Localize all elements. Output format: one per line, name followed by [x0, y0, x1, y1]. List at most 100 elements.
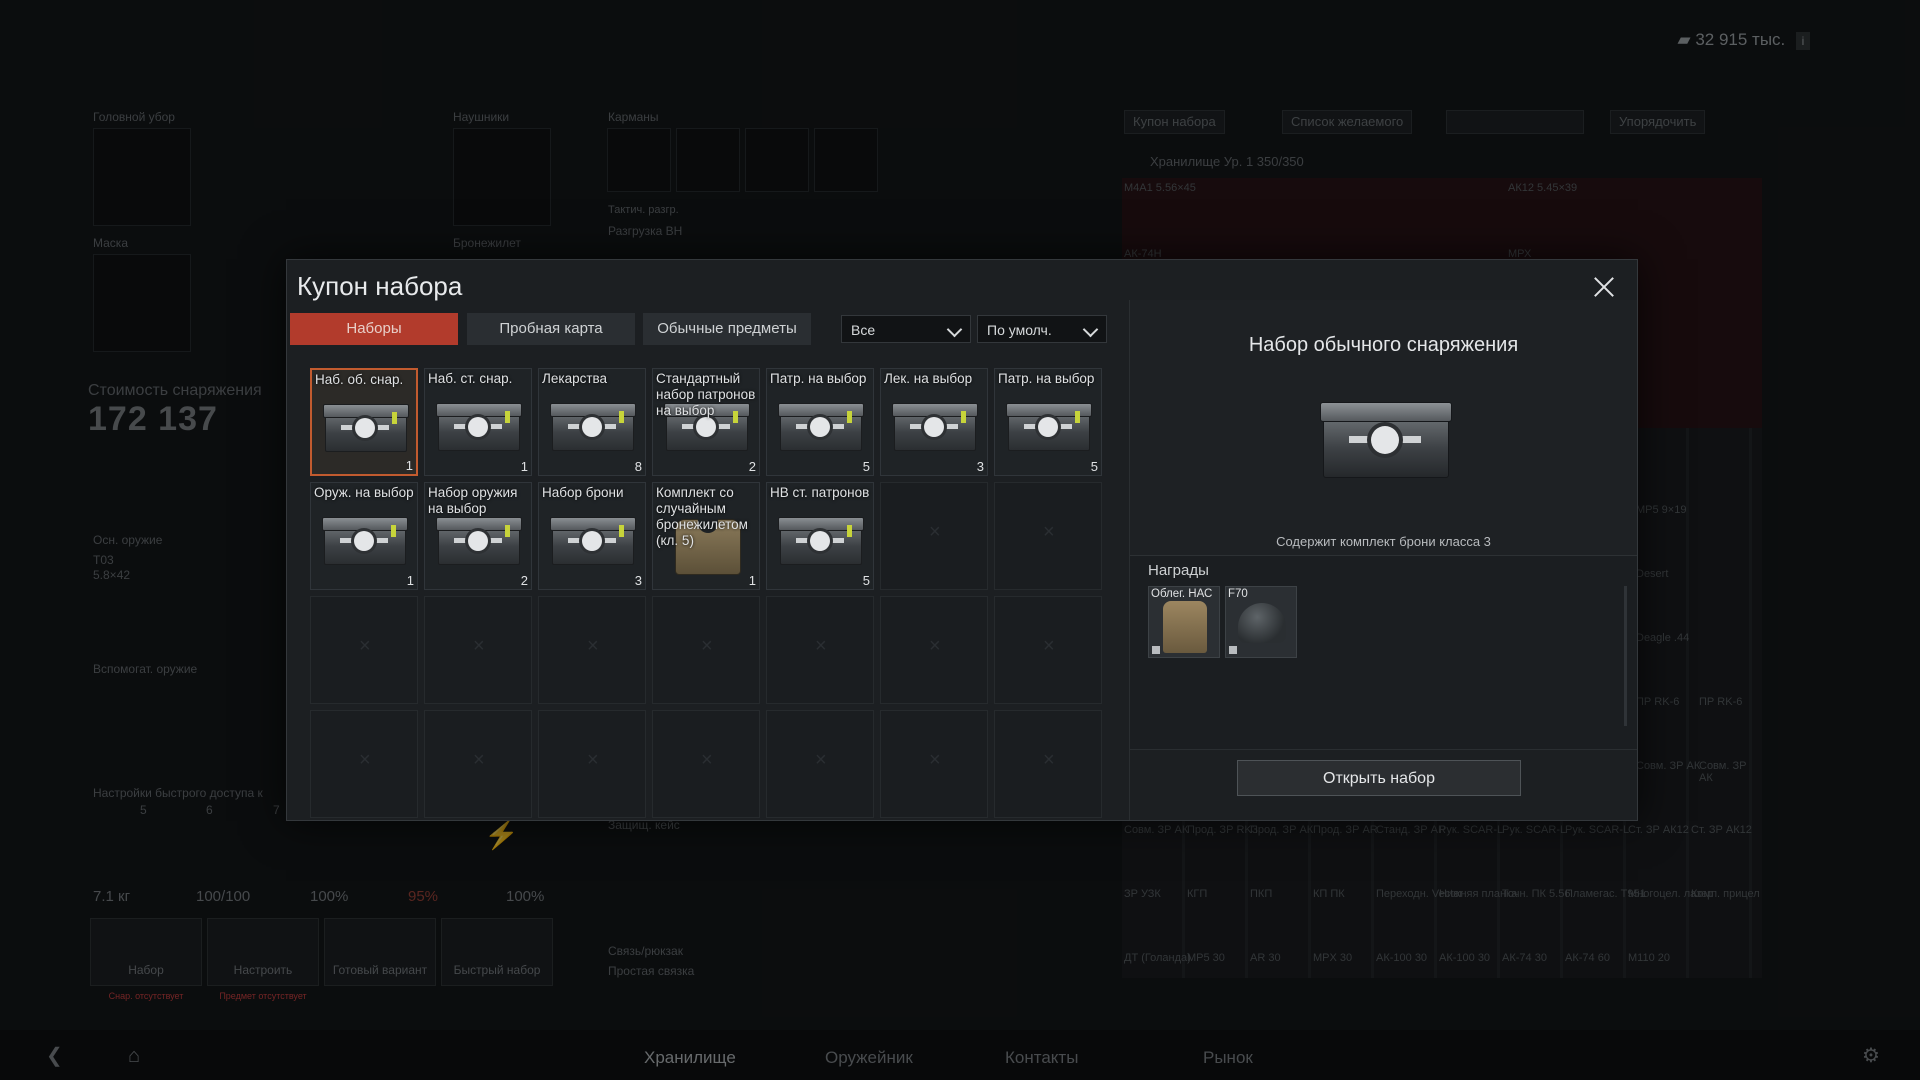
stash-item[interactable]: АК12 5.45×39: [1508, 182, 1577, 194]
stash-filter-button[interactable]: [1446, 110, 1584, 134]
empty-slot[interactable]: [538, 596, 646, 704]
headphones-slot[interactable]: [453, 128, 551, 226]
kit-item-cell[interactable]: Патр. на выбор 5: [994, 368, 1102, 476]
kit-item-cell[interactable]: Стандартный набор патронов на выбор 2: [652, 368, 760, 476]
stash-item[interactable]: Ст. ЗР АК12: [1691, 824, 1752, 836]
stash-item[interactable]: Комп. прицел: [1691, 888, 1760, 900]
empty-slot[interactable]: [310, 710, 418, 818]
empty-slot[interactable]: [880, 710, 988, 818]
stash-item[interactable]: Совм. ЗР АК: [1699, 760, 1762, 784]
kit-item-cell[interactable]: Оруж. на выбор 1: [310, 482, 418, 590]
stash-item[interactable]: МР5 9×19: [1636, 504, 1686, 516]
empty-slot[interactable]: [994, 596, 1102, 704]
stash-item[interactable]: Прод. ЗР AR: [1313, 824, 1378, 836]
kit-item-cell[interactable]: Лекарства 8: [538, 368, 646, 476]
empty-slot[interactable]: [766, 710, 874, 818]
stash-item[interactable]: MPX 30: [1313, 952, 1352, 964]
pocket-slot[interactable]: [814, 128, 878, 192]
reward-item[interactable]: Облег. НАС: [1148, 586, 1220, 658]
vest-icon: [1163, 601, 1207, 653]
kit-crate-icon: [322, 513, 408, 565]
empty-slot[interactable]: [310, 596, 418, 704]
preset-action[interactable]: Готовый вариант: [324, 918, 436, 986]
sort-dropdown[interactable]: По умолч.: [977, 315, 1107, 343]
stash-item[interactable]: ПКП: [1250, 888, 1272, 900]
configure-action[interactable]: Настроить Предмет отсутствует: [207, 918, 319, 1001]
stash-item[interactable]: Ст. ЗР АК12: [1628, 824, 1689, 836]
close-icon[interactable]: [1591, 274, 1617, 300]
pocket-slot[interactable]: [607, 128, 671, 192]
tab-kits[interactable]: Наборы: [290, 313, 458, 345]
kit-item-cell[interactable]: Комплект со случайным бронежилетом (кл. …: [652, 482, 760, 590]
stash-item[interactable]: АК-74 60: [1565, 952, 1610, 964]
stash-item[interactable]: Рук. SCAR-L: [1565, 824, 1629, 836]
tab-trial-card[interactable]: Пробная карта: [467, 313, 635, 345]
back-icon[interactable]: ❮: [46, 1043, 63, 1068]
stash-item[interactable]: ДТ (Голанда): [1124, 952, 1191, 964]
empty-slot[interactable]: [652, 710, 760, 818]
stash-item[interactable]: AR 30: [1250, 952, 1281, 964]
pocket-slot[interactable]: [745, 128, 809, 192]
settings-icon[interactable]: ⚙: [1862, 1043, 1880, 1068]
kit-item-cell[interactable]: Наб. ст. снар. 1: [424, 368, 532, 476]
stash-item[interactable]: Совм. ЗР АК: [1636, 760, 1700, 772]
mask-slot[interactable]: [93, 254, 191, 352]
stash-item[interactable]: Прод. ЗР RK3: [1187, 824, 1258, 836]
stash-item[interactable]: Точн. ПК 5.56: [1502, 888, 1570, 900]
empty-slot[interactable]: [652, 596, 760, 704]
filter-dropdown[interactable]: Все: [841, 315, 971, 343]
stash-item[interactable]: АК-74 30: [1502, 952, 1547, 964]
stash-item[interactable]: Прод. ЗР АК: [1250, 824, 1313, 836]
kit-item-cell[interactable]: Набор брони 3: [538, 482, 646, 590]
stash-item[interactable]: ЗР УЗК: [1124, 888, 1161, 900]
stash-coupon-button[interactable]: Купон набора: [1124, 110, 1225, 134]
empty-slot[interactable]: [994, 482, 1102, 590]
energy-status: 100%: [506, 888, 545, 905]
empty-slot[interactable]: [424, 596, 532, 704]
info-icon[interactable]: i: [1796, 32, 1810, 50]
empty-slot[interactable]: [538, 710, 646, 818]
stash-item[interactable]: Рук. SCAR-L: [1502, 824, 1566, 836]
stash-item[interactable]: Станд. ЗР AR: [1376, 824, 1446, 836]
kit-item-cell[interactable]: Набор оружия на выбор 2: [424, 482, 532, 590]
empty-slot[interactable]: [424, 710, 532, 818]
headwear-slot[interactable]: [93, 128, 191, 226]
nav-tab-armory[interactable]: Оружейник: [825, 1048, 913, 1068]
stash-item[interactable]: MP5 30: [1187, 952, 1225, 964]
empty-slot[interactable]: [766, 596, 874, 704]
nav-tab-storage[interactable]: Хранилище: [644, 1048, 736, 1068]
kit-item-cell[interactable]: Патр. на выбор 5: [766, 368, 874, 476]
stash-item[interactable]: Рук. SCAR-L: [1439, 824, 1503, 836]
open-kit-button[interactable]: Открыть набор: [1237, 760, 1521, 796]
stash-item[interactable]: Desert: [1636, 568, 1668, 580]
quick-kit-action[interactable]: Быстрый набор: [441, 918, 553, 986]
stash-item[interactable]: ПР RK-6: [1636, 696, 1679, 708]
kit-action[interactable]: Набор Снар. отсутствует: [90, 918, 202, 1001]
stash-wishlist-button[interactable]: Список желаемого: [1282, 110, 1413, 134]
stash-item[interactable]: АК-100 30: [1376, 952, 1427, 964]
kit-item-cell[interactable]: НВ ст. патронов 5: [766, 482, 874, 590]
nav-tab-contacts[interactable]: Контакты: [1005, 1048, 1078, 1068]
rewards-scrollbar[interactable]: [1624, 586, 1627, 726]
empty-slot[interactable]: [994, 710, 1102, 818]
stash-sort-button[interactable]: Упорядочить: [1610, 110, 1706, 134]
kit-item-cell[interactable]: Наб. об. снар. 1: [310, 368, 418, 476]
stash-item[interactable]: АК-100 30: [1439, 952, 1490, 964]
empty-slot[interactable]: [880, 596, 988, 704]
stash-item[interactable]: Deagle .44: [1636, 632, 1689, 644]
nav-tab-market[interactable]: Рынок: [1203, 1048, 1253, 1068]
stash-item[interactable]: КГП: [1187, 888, 1207, 900]
home-icon[interactable]: ⌂: [128, 1045, 140, 1068]
reward-item[interactable]: F70: [1225, 586, 1297, 658]
kit-item-cell[interactable]: Лек. на выбор 3: [880, 368, 988, 476]
stash-item[interactable]: ПР RK-6: [1699, 696, 1742, 708]
stash-item[interactable]: М4А1 5.56×45: [1124, 182, 1196, 194]
pocket-slot[interactable]: [676, 128, 740, 192]
bottom-nav: ❮ ⌂ Хранилище Оружейник Контакты Рынок ⚙: [0, 1030, 1920, 1080]
tab-common-items[interactable]: Обычные предметы: [643, 313, 811, 345]
stash-item[interactable]: КП ПК: [1313, 888, 1345, 900]
stash-item[interactable]: Совм. ЗР АК: [1124, 824, 1188, 836]
empty-slot[interactable]: [880, 482, 988, 590]
stash-item[interactable]: M110 20: [1628, 952, 1670, 964]
kit-crate-icon: [550, 513, 636, 565]
